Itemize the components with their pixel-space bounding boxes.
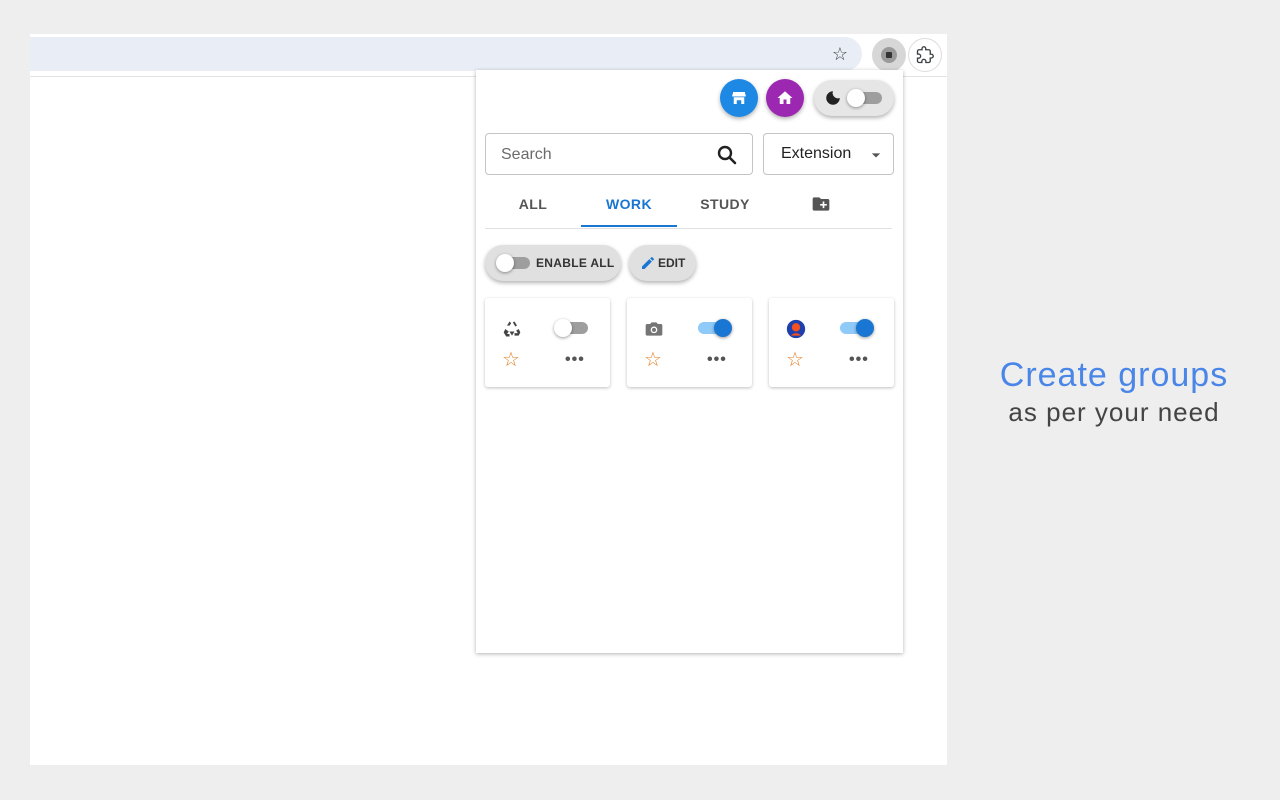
dark-mode-toggle[interactable] [814,80,894,116]
enable-all-switch-knob[interactable] [496,254,514,272]
favorite-star-icon[interactable]: ☆ [786,350,804,370]
extension-card: ☆ ••• [627,298,752,387]
extensions-puzzle-button[interactable] [908,38,942,72]
edit-button[interactable]: EDIT [629,245,696,281]
filter-select[interactable]: Extension [763,133,894,175]
extension-enable-switch[interactable] [714,319,732,337]
puzzle-icon [916,46,934,64]
edit-label: EDIT [658,256,686,270]
favorite-star-icon[interactable]: ☆ [502,350,520,370]
caption-subtitle: as per your need [1008,397,1220,427]
search-box [485,133,753,176]
more-options-icon[interactable]: ••• [849,350,869,370]
avatar-icon [786,319,806,339]
home-button[interactable] [766,79,804,117]
extension-card: ☆ ••• [769,298,894,387]
add-folder-icon [812,196,830,211]
home-icon [777,91,793,104]
more-options-icon[interactable]: ••• [565,350,585,370]
store-icon [732,92,746,104]
enable-all-toggle[interactable]: ENABLE ALL [485,245,621,281]
filter-select-value: Extension [781,145,852,162]
tab-work[interactable]: WORK [581,180,677,227]
search-icon[interactable] [715,143,739,167]
extension-manager-button[interactable] [872,38,906,72]
extension-enable-switch[interactable] [856,319,874,337]
caption-title: Create groups [999,356,1229,394]
address-bar[interactable]: ☆ [30,37,862,71]
extension-card: ☆ ••• [485,298,610,387]
favorite-star-icon[interactable]: ☆ [644,350,662,370]
active-tab-indicator [581,225,677,227]
extension-logo-icon [881,47,897,63]
moon-icon [826,91,840,105]
group-tabs: ALL WORK STUDY [485,180,892,229]
tab-add-group[interactable] [773,180,869,227]
tab-study[interactable]: STUDY [677,180,773,227]
store-button[interactable] [720,79,758,117]
camera-icon [645,322,663,336]
search-input[interactable] [499,134,703,176]
extension-popup: Extension ALL WORK STUDY ENABLE ALL EDIT [476,70,903,653]
pencil-icon [642,257,654,269]
extension-enable-switch[interactable] [554,319,572,337]
bookmark-star-icon[interactable]: ☆ [826,40,854,68]
more-options-icon[interactable]: ••• [707,350,727,370]
dropdown-arrow-icon [871,153,881,158]
dark-mode-switch-knob[interactable] [847,89,865,107]
recycle-icon [503,321,521,337]
tab-all[interactable]: ALL [485,180,581,227]
enable-all-label: ENABLE ALL [536,256,615,270]
